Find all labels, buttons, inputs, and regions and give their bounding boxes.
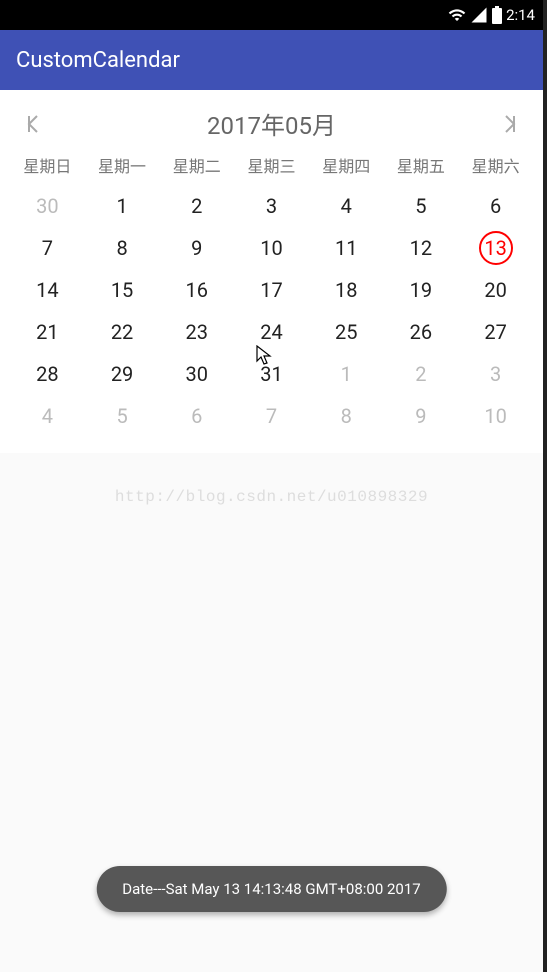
signal-icon bbox=[470, 6, 488, 24]
status-bar: 2:14 bbox=[0, 0, 543, 30]
day-cell[interactable]: 6 bbox=[458, 185, 533, 227]
day-cell[interactable]: 9 bbox=[159, 227, 234, 269]
app-title: CustomCalendar bbox=[16, 48, 180, 73]
day-cell[interactable]: 25 bbox=[309, 311, 384, 353]
day-cell[interactable]: 31 bbox=[234, 353, 309, 395]
day-cell[interactable]: 16 bbox=[159, 269, 234, 311]
weekday-label: 星期二 bbox=[159, 153, 234, 177]
day-cell[interactable]: 5 bbox=[384, 185, 459, 227]
day-cell[interactable]: 10 bbox=[458, 395, 533, 437]
battery-icon bbox=[492, 6, 502, 24]
day-cell[interactable]: 7 bbox=[234, 395, 309, 437]
status-time: 2:14 bbox=[506, 6, 535, 24]
toast: Date---Sat May 13 14:13:48 GMT+08:00 201… bbox=[96, 866, 446, 912]
weekday-label: 星期四 bbox=[309, 153, 384, 177]
weekday-label: 星期日 bbox=[10, 153, 85, 177]
day-cell[interactable]: 29 bbox=[85, 353, 160, 395]
days-grid: 3012345678910111213141516171819202122232… bbox=[10, 185, 533, 437]
day-cell[interactable]: 26 bbox=[384, 311, 459, 353]
day-cell[interactable]: 2 bbox=[384, 353, 459, 395]
day-cell[interactable]: 11 bbox=[309, 227, 384, 269]
day-cell[interactable]: 15 bbox=[85, 269, 160, 311]
day-cell[interactable]: 21 bbox=[10, 311, 85, 353]
day-cell[interactable]: 14 bbox=[10, 269, 85, 311]
weekday-label: 星期六 bbox=[458, 153, 533, 177]
prev-month-icon[interactable] bbox=[22, 112, 46, 136]
day-cell[interactable]: 30 bbox=[159, 353, 234, 395]
day-cell[interactable]: 19 bbox=[384, 269, 459, 311]
month-title: 2017年05月 bbox=[207, 106, 336, 141]
day-cell[interactable]: 24 bbox=[234, 311, 309, 353]
weekday-row: 星期日星期一星期二星期三星期四星期五星期六 bbox=[10, 147, 533, 185]
day-cell[interactable]: 1 bbox=[85, 185, 160, 227]
day-cell[interactable]: 3 bbox=[458, 353, 533, 395]
day-cell[interactable]: 27 bbox=[458, 311, 533, 353]
day-cell[interactable]: 5 bbox=[85, 395, 160, 437]
day-cell[interactable]: 1 bbox=[309, 353, 384, 395]
month-header: 2017年05月 bbox=[10, 98, 533, 147]
day-cell[interactable]: 10 bbox=[234, 227, 309, 269]
day-cell[interactable]: 18 bbox=[309, 269, 384, 311]
day-cell[interactable]: 17 bbox=[234, 269, 309, 311]
day-cell[interactable]: 9 bbox=[384, 395, 459, 437]
calendar: 2017年05月 星期日星期一星期二星期三星期四星期五星期六 301234567… bbox=[0, 90, 543, 453]
day-cell[interactable]: 4 bbox=[10, 395, 85, 437]
day-cell[interactable]: 3 bbox=[234, 185, 309, 227]
day-cell[interactable]: 8 bbox=[85, 227, 160, 269]
weekday-label: 星期一 bbox=[85, 153, 160, 177]
day-cell[interactable]: 30 bbox=[10, 185, 85, 227]
day-cell[interactable]: 4 bbox=[309, 185, 384, 227]
day-cell[interactable]: 12 bbox=[384, 227, 459, 269]
day-cell[interactable]: 13 bbox=[458, 227, 533, 269]
day-cell[interactable]: 2 bbox=[159, 185, 234, 227]
day-cell[interactable]: 22 bbox=[85, 311, 160, 353]
toast-text: Date---Sat May 13 14:13:48 GMT+08:00 201… bbox=[122, 880, 420, 898]
day-cell[interactable]: 20 bbox=[458, 269, 533, 311]
wifi-icon bbox=[448, 6, 466, 24]
day-cell[interactable]: 8 bbox=[309, 395, 384, 437]
day-cell[interactable]: 28 bbox=[10, 353, 85, 395]
day-cell[interactable]: 6 bbox=[159, 395, 234, 437]
weekday-label: 星期五 bbox=[384, 153, 459, 177]
day-cell[interactable]: 7 bbox=[10, 227, 85, 269]
watermark: http://blog.csdn.net/u010898329 bbox=[0, 488, 543, 506]
app-bar: CustomCalendar bbox=[0, 30, 543, 90]
weekday-label: 星期三 bbox=[234, 153, 309, 177]
day-cell[interactable]: 23 bbox=[159, 311, 234, 353]
next-month-icon[interactable] bbox=[497, 112, 521, 136]
